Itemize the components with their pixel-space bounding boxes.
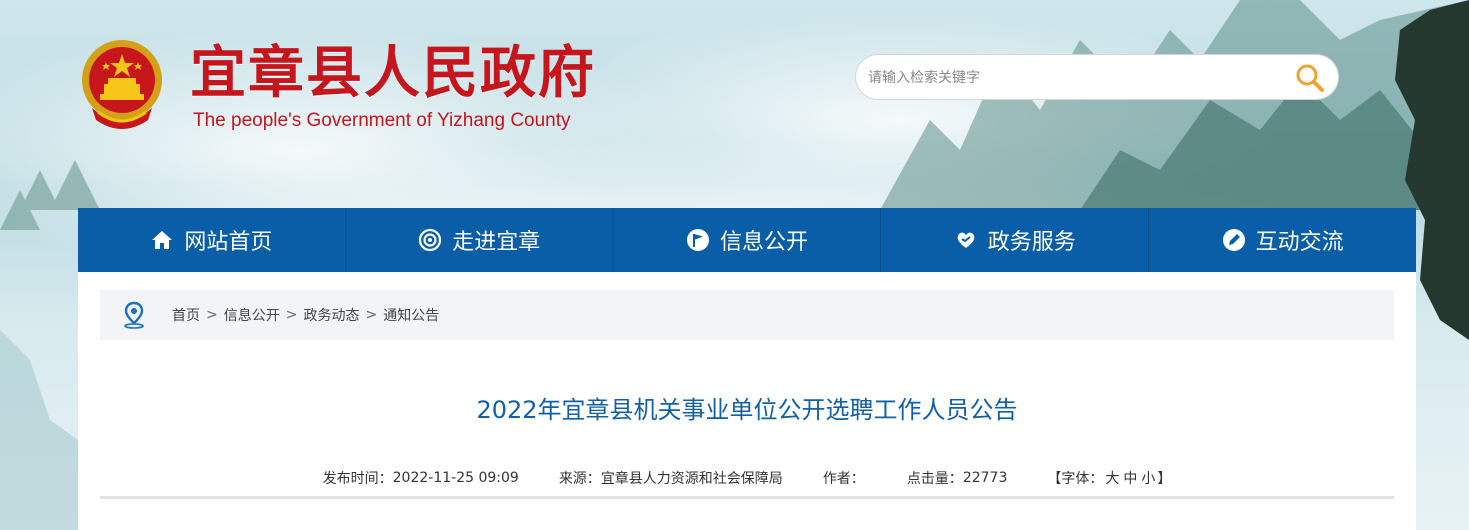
target-icon [419, 228, 442, 252]
nav-item-interact[interactable]: 互动交流 [1149, 208, 1416, 272]
source-label: 来源： [558, 471, 601, 487]
national-emblem-icon [82, 40, 162, 129]
font-size-label-close: 】 [1157, 471, 1172, 487]
clicks-label: 点击量： [906, 471, 963, 487]
breadcrumb-separator: > [206, 307, 218, 323]
article-meta: 发布时间： 2022-11-25 09:09 来源： 宜章县人力资源和社会保障局… [78, 466, 1416, 490]
site-title: 宜章县人民政府 [190, 40, 596, 106]
nav-item-home[interactable]: 网站首页 [78, 208, 346, 272]
heart-hands-icon [957, 232, 975, 248]
site-subtitle: The people's Government of Yizhang Count… [193, 110, 571, 131]
flag-icon [686, 229, 709, 251]
article-title: 2022年宜章县机关事业单位公开选聘工作人员公告 [476, 396, 1018, 424]
font-size-large-button[interactable]: 大 [1105, 468, 1119, 488]
source-value: 宜章县人力资源和社会保障局 [600, 471, 783, 487]
nav-item-about[interactable]: 走进宜章 [346, 208, 614, 272]
nav-item-label: 政务服务 [987, 230, 1076, 255]
publish-time: 2022-11-25 09:09 [392, 470, 519, 486]
nav-item-info[interactable]: 信息公开 [614, 208, 882, 272]
breadcrumb-news[interactable]: 政务动态 [303, 305, 359, 325]
breadcrumb-info[interactable]: 信息公开 [224, 305, 280, 325]
nav-item-label: 网站首页 [184, 230, 273, 255]
clicks-value: 22773 [962, 470, 1008, 486]
nav-item-label: 互动交流 [1255, 230, 1344, 255]
nav-item-label: 走进宜章 [452, 230, 541, 255]
breadcrumb: 首页 > 信息公开 > 政务动态 > 通知公告 [100, 290, 1394, 340]
nav-item-label: 信息公开 [719, 230, 808, 255]
pencil-icon [1222, 229, 1245, 251]
main-nav: 网站首页 走进宜章 信息公开 政务服务 互动交流 [78, 208, 1416, 272]
breadcrumb-home[interactable]: 首页 [172, 305, 200, 325]
home-icon [152, 231, 173, 249]
font-size-label: 【字体： [1047, 471, 1104, 487]
breadcrumb-separator: > [365, 307, 378, 323]
publish-label: 发布时间： [322, 471, 393, 487]
breadcrumb-separator: > [285, 307, 298, 323]
nav-item-service[interactable]: 政务服务 [881, 208, 1150, 272]
font-size-small-button[interactable]: 小 [1141, 468, 1155, 488]
author-label: 作者： [822, 471, 865, 487]
main-content: 首页 > 信息公开 > 政务动态 > 通知公告 2022年宜章县机关事业单位公开… [78, 272, 1416, 530]
location-pin-icon [124, 301, 144, 329]
search-icon[interactable] [1294, 62, 1326, 94]
site-header: 宜章县人民政府 The people's Government of Yizha… [0, 0, 1469, 208]
search-input[interactable] [866, 63, 1290, 93]
divider [100, 496, 1394, 499]
search-box [855, 54, 1339, 100]
breadcrumb-notice[interactable]: 通知公告 [383, 305, 439, 325]
font-size-medium-button[interactable]: 中 [1123, 468, 1137, 488]
